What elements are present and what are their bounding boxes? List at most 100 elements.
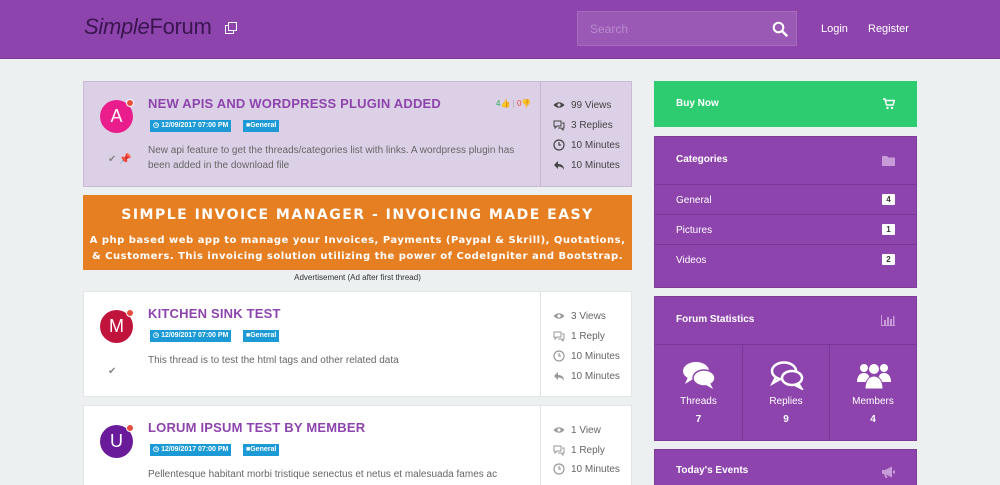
thread-stats: 99 Views 3 Replies 10 Minutes 10 Minutes (540, 82, 633, 186)
clock-icon (553, 463, 565, 475)
views-count: 3 Views (571, 311, 606, 322)
category-name: Videos (676, 255, 707, 266)
avatar[interactable]: M (100, 309, 134, 343)
category-item-general[interactable]: General 4 (655, 184, 916, 214)
last-reply-time: 10 Minutes (571, 371, 620, 382)
category-count: 4 (882, 194, 895, 205)
check-icon: ✔ (108, 366, 117, 377)
thread-excerpt: This thread is to test the html tags and… (148, 355, 399, 366)
thread-stats: 3 Views 1 Reply 10 Minutes 10 Minutes (540, 292, 633, 396)
buy-now-button[interactable]: Buy Now (654, 81, 917, 127)
replies-count: 1 Reply (571, 445, 605, 456)
created-time: 10 Minutes (571, 140, 620, 151)
stat-value: 9 (783, 414, 789, 425)
category-label: General (250, 446, 277, 453)
folder-icon (882, 156, 895, 166)
clock-icon (553, 350, 565, 362)
category-badge[interactable]: ■General (243, 120, 280, 132)
reply-icon (554, 372, 564, 381)
forum-statistics-title: Forum Statistics (676, 314, 755, 325)
logo-light-text: Simple (84, 14, 150, 39)
reply-icon (554, 161, 564, 170)
clock-icon: ◷ (153, 122, 160, 129)
replies-count: 1 Reply (571, 331, 605, 342)
forum-statistics-panel: Forum Statistics Threads 7 Replies 9 Mem… (654, 296, 917, 441)
comments-icon (683, 362, 716, 389)
category-badge[interactable]: ■General (243, 444, 280, 456)
thread-title[interactable]: NEW APIS AND WORDPRESS PLUGIN ADDED (148, 96, 441, 111)
register-link[interactable]: Register (868, 23, 909, 35)
category-badge[interactable]: ■General (243, 330, 280, 342)
todays-events-title: Today's Events (676, 465, 749, 476)
thread-status-icons: ✔ (108, 366, 116, 377)
categories-title: Categories (676, 154, 728, 165)
replies-stat: Replies 9 (742, 344, 829, 440)
thread-excerpt: Pellentesque habitant morbi tristique se… (148, 469, 498, 480)
search-box (577, 11, 797, 46)
eye-icon (553, 313, 565, 319)
external-window-icon[interactable] (225, 22, 237, 34)
online-status-dot (126, 309, 134, 317)
online-status-dot (126, 424, 134, 432)
category-label: General (250, 122, 277, 129)
category-count: 2 (882, 254, 895, 265)
buy-now-label: Buy Now (676, 98, 719, 109)
stat-label: Members (852, 396, 894, 407)
thread-date: 12/09/2017 07:00 PM (161, 122, 229, 129)
views-count: 99 Views (571, 100, 612, 111)
comments-icon (553, 120, 565, 131)
thumbs-down-icon[interactable]: 👎 (521, 99, 531, 108)
thumbs-up-icon[interactable]: 👍 (500, 99, 510, 108)
categories-panel: Categories General 4 Pictures 1 Videos 2 (654, 136, 917, 288)
category-item-pictures[interactable]: Pictures 1 (655, 214, 916, 244)
created-time: 10 Minutes (571, 464, 620, 475)
ad-line: A php based web app to manage your Invoi… (89, 235, 626, 246)
clock-icon: ◷ (153, 446, 160, 453)
cart-icon (883, 98, 895, 110)
advertisement-banner[interactable]: SIMPLE INVOICE MANAGER - INVOICING MADE … (83, 195, 632, 270)
clock-icon (553, 139, 565, 151)
members-stat: Members 4 (829, 344, 916, 440)
clock-icon: ◷ (153, 332, 160, 339)
bullhorn-icon (882, 466, 895, 478)
site-logo[interactable]: SimpleForum (84, 14, 212, 40)
views-count: 1 View (571, 425, 601, 436)
thread-date: 12/09/2017 07:00 PM (161, 332, 229, 339)
category-count: 1 (882, 224, 895, 235)
last-reply-time: 10 Minutes (571, 160, 620, 171)
threads-stat: Threads 7 (655, 344, 742, 440)
vote-count: 4👍 | 0👎 (496, 99, 532, 108)
category-item-videos[interactable]: Videos 2 (655, 244, 916, 274)
thread-title[interactable]: LORUM IPSUM TEST BY MEMBER (148, 420, 365, 435)
thread-card: A NEW APIS AND WORDPRESS PLUGIN ADDED ◷ … (83, 81, 632, 187)
stat-label: Replies (769, 396, 803, 407)
search-icon[interactable] (772, 21, 788, 37)
comments-icon (553, 331, 565, 342)
thread-status-icons: ✔ 📌 (108, 154, 132, 165)
thread-stats: 1 View 1 Reply 10 Minutes (540, 406, 633, 485)
thread-card: U LORUM IPSUM TEST BY MEMBER ◷ 12/09/201… (83, 405, 632, 485)
logo-bold-text: Forum (149, 14, 212, 39)
login-link[interactable]: Login (821, 23, 848, 35)
comments-outline-icon (770, 361, 804, 390)
avatar[interactable]: A (100, 99, 134, 133)
category-name: General (676, 195, 712, 206)
pin-icon: 📌 (119, 154, 132, 165)
category-label: General (250, 332, 277, 339)
ad-description: A php based web app to manage your Invoi… (83, 233, 632, 265)
eye-icon (553, 427, 565, 433)
avatar[interactable]: U (100, 424, 134, 458)
thread-title[interactable]: KITCHEN SINK TEST (148, 306, 281, 321)
date-badge: ◷ 12/09/2017 07:00 PM (150, 444, 232, 456)
comments-icon (553, 445, 565, 456)
ad-title: SIMPLE INVOICE MANAGER - INVOICING MADE … (121, 207, 594, 223)
date-badge: ◷ 12/09/2017 07:00 PM (150, 330, 232, 342)
check-icon: ✔ (108, 154, 117, 165)
avatar-letter: U (110, 431, 123, 451)
search-input[interactable] (578, 12, 764, 45)
ad-line: & Customers. This invoicing solution uti… (91, 251, 624, 262)
stat-value: 4 (870, 414, 876, 425)
online-status-dot (126, 99, 134, 107)
date-badge: ◷ 12/09/2017 07:00 PM (150, 120, 232, 132)
replies-count: 3 Replies (571, 120, 613, 131)
